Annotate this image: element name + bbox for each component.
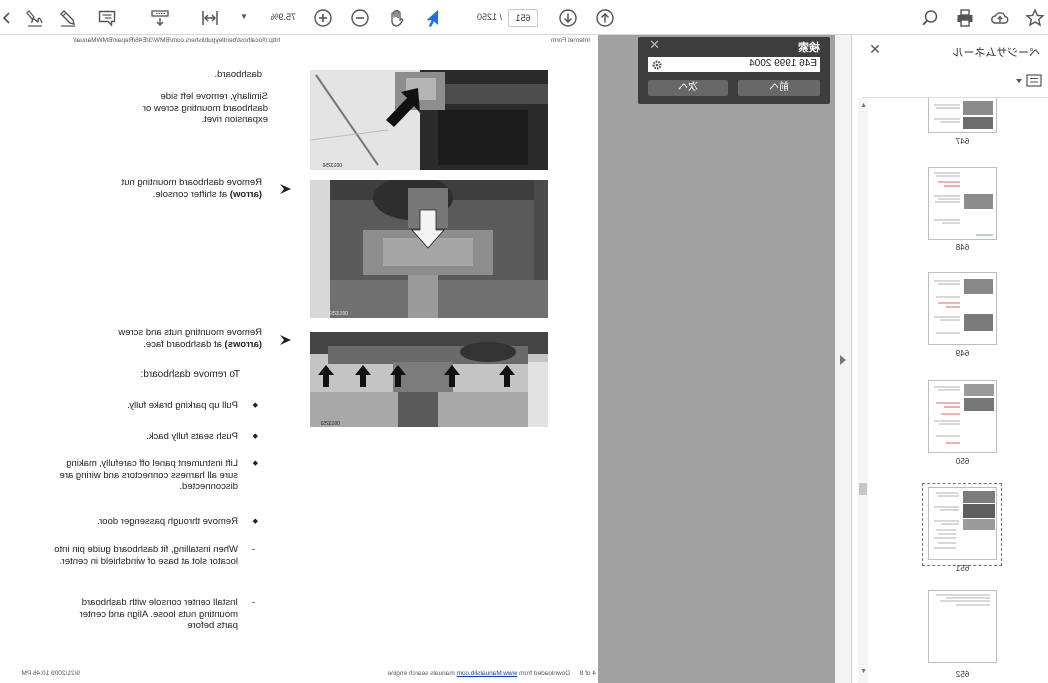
step-arrow-icon [280,332,291,345]
bullet-icon: ◆ [252,433,258,440]
figure-caption: 0013253 [320,421,340,427]
zoom-out-icon[interactable] [350,8,370,28]
panel-splitter[interactable] [835,35,852,683]
gear-icon[interactable] [651,58,663,70]
page-header-url: http://localhost/bentleypublishers.com/B… [73,37,280,44]
thumbnail-page-number: 648 [955,243,970,252]
thumbnail-page-number: 651 [955,564,970,573]
note-dash: - [251,597,255,608]
bullet-text: Remove through passenger door. [96,516,238,527]
search-next-button[interactable]: 次へ [648,80,728,96]
step-arrow-icon [280,181,291,194]
close-icon[interactable]: ✕ [649,37,660,53]
thumbnail-page-number: 647 [955,137,970,146]
bullet-icon: ◆ [252,518,258,525]
bullet-icon: ◆ [252,460,258,467]
figure-caption: 0013256 [322,163,342,169]
pdf-viewer-window: 651 / 1250 75.9% ▼ ページサムネール ✕ 647 648 64… [0,0,1048,683]
page-header-title: Internet Form [550,37,590,44]
thumbnail-scrollbar[interactable]: ▲ ▼ [858,98,868,683]
thumbnail-panel: ページサムネール ✕ 647 648 649 650 651 652 ▲ ▼ [852,35,1048,683]
thumbnail-page-selected[interactable] [928,487,997,560]
scrollbar-thumb[interactable] [859,483,867,495]
fit-page-icon[interactable] [200,8,220,28]
note-dash: - [251,544,255,555]
search-previous-button[interactable]: 前へ [738,80,820,96]
thumbnail-options-menu[interactable] [1012,74,1042,88]
thumbnail-page-number: 650 [955,457,970,466]
step-text-emphasis: (arrow) [229,188,262,200]
footer-download-note: Downloaded from www.Manualslib.com manua… [388,670,570,677]
figure-1: 0013256 [310,70,548,170]
close-icon[interactable]: ✕ [868,41,882,58]
figure-2: 0013251 [310,180,548,318]
step-text-emphasis: (arrows) [224,338,262,350]
page-up-icon[interactable] [595,8,615,28]
zoom-value: 75.9% [270,12,296,22]
thumbnail-page[interactable] [928,380,997,453]
procedure-intro: To remove dashboard: [140,369,240,380]
chevron-down-icon[interactable]: ▼ [240,9,248,25]
footer-page-number: 4 of 8 [579,670,596,677]
continued-text: dashboard. [214,69,262,80]
bullet-text: Lift instrument panel off carefully, mak… [59,458,238,492]
figure-caption: 0013251 [328,311,348,317]
comment-icon[interactable] [97,8,117,28]
search-input[interactable]: E46 1999 2004 [648,57,820,72]
footer-download-prefix: Downloaded from [517,670,570,677]
footer-download-suffix: manuals search engine [387,670,457,677]
bullet-text: Push seats fully back. [146,431,238,442]
pen-icon[interactable] [58,8,78,28]
zoom-select[interactable]: 75.9% ▼ [238,9,300,25]
scroll-mode-icon[interactable] [150,8,170,28]
thumbnail-page[interactable] [928,272,997,345]
document-canvas [598,35,835,683]
note-text: When installing, fit dashboard guide pin… [54,544,238,567]
bullet-text: Pull up parking brake fully. [127,400,238,411]
thumbnail-list: 647 648 649 650 651 652 [870,98,1048,683]
scroll-down-icon[interactable]: ▼ [860,668,867,675]
print-icon[interactable] [955,8,975,28]
scroll-up-icon[interactable]: ▲ [860,102,867,109]
manualslib-link[interactable]: www.Manualslib.com [457,670,518,677]
thumbnail-page[interactable] [928,98,997,133]
thumbnail-page[interactable] [928,590,997,663]
step-text: Remove dashboard mounting nut (arrow) at… [120,177,262,200]
step-text-part: at dashboard face. [143,338,225,350]
cloud-upload-icon[interactable] [990,8,1010,28]
figure-3: 0013253 [310,332,548,427]
search-icon[interactable] [920,8,940,28]
sign-icon[interactable] [25,8,45,28]
footer-datetime: 9/21/2009 10:46 PM [21,670,80,677]
select-arrow-icon[interactable] [422,8,442,28]
step-text: Similarly, remove left side dashboard mo… [142,91,268,125]
step-text-part: Remove mounting nuts and screw [118,327,262,338]
search-query: E46 1999 2004 [749,58,817,69]
hand-icon[interactable] [386,8,406,28]
page-down-icon[interactable] [558,8,578,28]
collapse-panel-icon[interactable] [840,355,846,365]
page-number-input[interactable]: 651 [508,9,538,27]
note-text: Install center console with dashboard mo… [79,597,238,631]
search-popup: 検索 ✕ E46 1999 2004 前へ 次へ [638,37,830,104]
step-text-part: at shifter console. [152,188,230,200]
page-total-label: / 1250 [476,12,502,22]
step-text: Remove mounting nuts and screw (arrows) … [112,327,262,350]
more-icon[interactable] [0,8,15,28]
step-text-part: Remove dashboard mounting nut [121,177,262,188]
thumbnail-page-number: 649 [955,349,970,358]
toolbar: 651 / 1250 75.9% ▼ [0,0,1048,35]
zoom-in-icon[interactable] [313,8,333,28]
search-title: 検索 [798,42,820,54]
star-icon[interactable] [1025,8,1045,28]
thumbnail-page[interactable] [928,167,997,240]
thumbnail-panel-title: ページサムネール [952,47,1040,59]
bullet-icon: ◆ [252,402,258,409]
thumbnail-page-number: 652 [955,670,970,679]
